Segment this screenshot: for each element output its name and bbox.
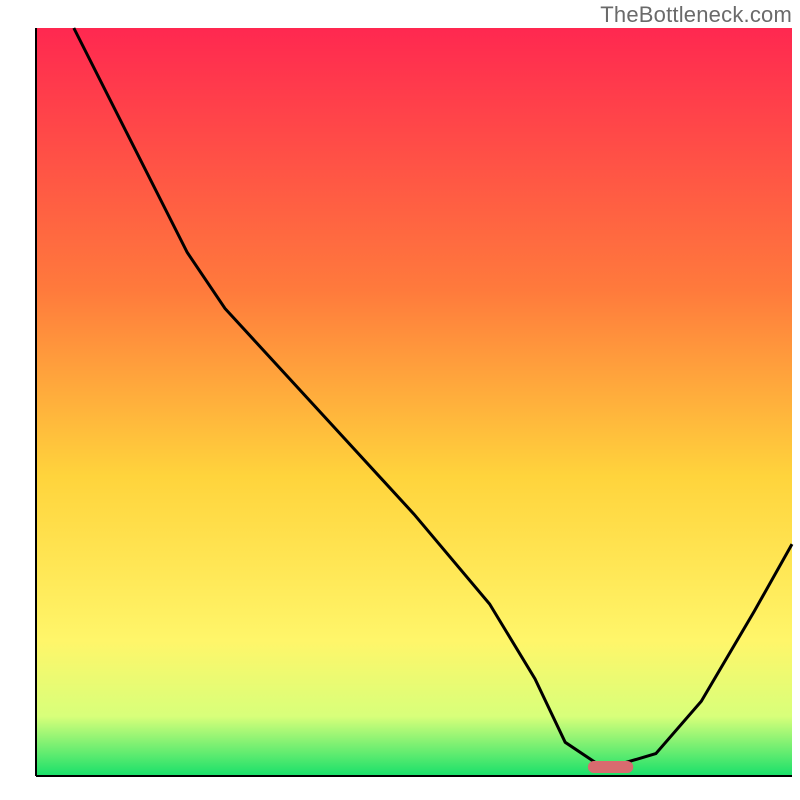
attribution-label: TheBottleneck.com <box>600 2 792 28</box>
bottleneck-chart: TheBottleneck.com <box>0 0 800 800</box>
plot-background <box>36 28 792 776</box>
plot-svg <box>0 0 800 800</box>
optimum-marker <box>588 761 633 773</box>
